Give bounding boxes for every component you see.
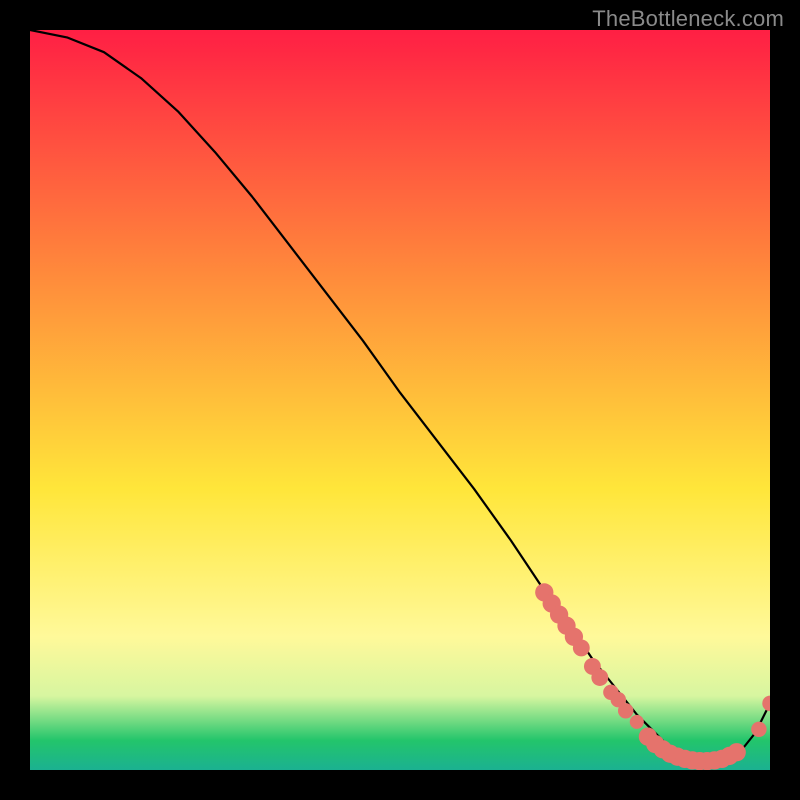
data-marker [751, 722, 766, 737]
data-marker [618, 703, 633, 718]
watermark-text: TheBottleneck.com [592, 6, 784, 32]
data-marker [573, 639, 590, 656]
chart-stage: TheBottleneck.com [0, 0, 800, 800]
data-marker [728, 743, 746, 761]
chart-svg [30, 30, 770, 770]
gradient-background [30, 30, 770, 770]
plot-area [30, 30, 770, 770]
data-marker [630, 715, 644, 729]
data-marker [591, 669, 608, 686]
